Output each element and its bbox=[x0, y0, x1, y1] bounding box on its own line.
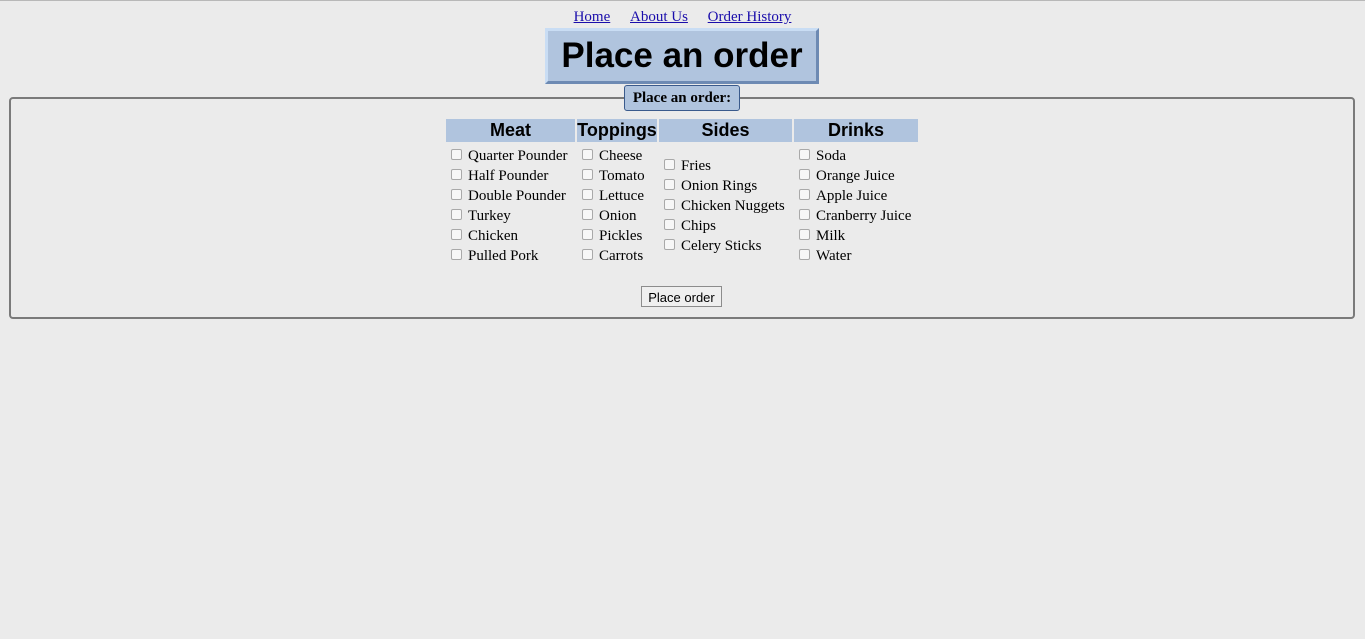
option-item[interactable]: Turkey bbox=[446, 206, 575, 226]
option-checkbox[interactable] bbox=[799, 228, 810, 240]
option-checkbox[interactable] bbox=[582, 168, 593, 180]
drinks-column: Drinks Soda Orange Juice Apple Juice Cranbe… bbox=[794, 119, 918, 266]
option-item[interactable]: Double Pounder bbox=[446, 186, 575, 206]
option-item[interactable]: Pickles bbox=[577, 226, 657, 246]
option-checkbox[interactable] bbox=[451, 228, 462, 240]
meat-column-heading: Meat bbox=[446, 119, 575, 142]
option-item[interactable]: Onion bbox=[577, 206, 657, 226]
option-label: Pulled Pork bbox=[468, 247, 539, 264]
option-label: Cranberry Juice bbox=[816, 207, 912, 224]
option-checkbox[interactable] bbox=[582, 208, 593, 220]
option-item[interactable]: Half Pounder bbox=[446, 166, 575, 186]
top-nav: Home About Us Order History bbox=[0, 9, 1365, 26]
option-label: Chicken Nuggets bbox=[681, 197, 785, 214]
option-item[interactable]: Chicken Nuggets bbox=[659, 196, 792, 216]
option-item[interactable]: Chips bbox=[659, 216, 792, 236]
sides-column-heading: Sides bbox=[659, 119, 792, 142]
option-label: Tomato bbox=[599, 167, 645, 184]
option-item[interactable]: Carrots bbox=[577, 246, 657, 266]
option-label: Chicken bbox=[468, 227, 518, 244]
option-item[interactable]: Celery Sticks bbox=[659, 236, 792, 256]
option-checkbox[interactable] bbox=[799, 208, 810, 220]
sides-options: Fries Onion Rings Chicken Nuggets Chips Cele… bbox=[659, 156, 792, 256]
option-label: Water bbox=[816, 247, 852, 264]
nav-link-order-history[interactable]: Order History bbox=[708, 9, 792, 25]
option-checkbox[interactable] bbox=[664, 178, 675, 190]
option-label: Milk bbox=[816, 227, 846, 244]
option-item[interactable]: Lettuce bbox=[577, 186, 657, 206]
place-order-button[interactable]: Place order bbox=[641, 286, 722, 307]
sides-column: Sides Fries Onion Rings Chicken Nuggets Chi… bbox=[659, 119, 792, 256]
option-label: Double Pounder bbox=[468, 187, 566, 204]
drinks-column-heading: Drinks bbox=[794, 119, 918, 142]
option-checkbox[interactable] bbox=[451, 188, 462, 200]
option-label: Orange Juice bbox=[816, 167, 895, 184]
option-checkbox[interactable] bbox=[582, 248, 593, 260]
nav-link-about-us[interactable]: About Us bbox=[630, 9, 688, 25]
meat-options: Quarter Pounder Half Pounder Double Pounde… bbox=[446, 146, 575, 266]
option-item[interactable]: Chicken bbox=[446, 226, 575, 246]
option-checkbox[interactable] bbox=[582, 228, 593, 240]
option-label: Onion bbox=[599, 207, 637, 224]
option-item[interactable]: Onion Rings bbox=[659, 176, 792, 196]
option-label: Chips bbox=[681, 217, 717, 234]
option-checkbox[interactable] bbox=[799, 148, 810, 160]
option-label: Half Pounder bbox=[468, 167, 549, 184]
option-item[interactable]: Cranberry Juice bbox=[794, 206, 918, 226]
option-checkbox[interactable] bbox=[664, 238, 675, 250]
option-item[interactable]: Soda bbox=[794, 146, 918, 166]
order-fieldset-legend: Place an order: bbox=[624, 85, 740, 111]
drinks-options: Soda Orange Juice Apple Juice Cranberry Jui… bbox=[794, 146, 918, 266]
option-item[interactable]: Quarter Pounder bbox=[446, 146, 575, 166]
toppings-column: Toppings Cheese Tomato Lettuce Onion Pickles… bbox=[577, 119, 657, 266]
option-checkbox[interactable] bbox=[799, 168, 810, 180]
option-label: Carrots bbox=[599, 247, 644, 264]
option-item[interactable]: Milk bbox=[794, 226, 918, 246]
toppings-options: Cheese Tomato Lettuce Onion Pickles Carrots bbox=[577, 146, 657, 266]
option-item[interactable]: Orange Juice bbox=[794, 166, 918, 186]
option-label: Onion Rings bbox=[681, 177, 758, 194]
option-label: Quarter Pounder bbox=[468, 147, 568, 164]
option-item[interactable]: Cheese bbox=[577, 146, 657, 166]
option-checkbox[interactable] bbox=[451, 208, 462, 220]
page-title: Place an order bbox=[545, 28, 819, 84]
nav-link-home[interactable]: Home bbox=[574, 9, 611, 25]
option-label: Apple Juice bbox=[816, 187, 888, 204]
option-item[interactable]: Apple Juice bbox=[794, 186, 918, 206]
option-checkbox[interactable] bbox=[451, 148, 462, 160]
option-checkbox[interactable] bbox=[451, 168, 462, 180]
option-checkbox[interactable] bbox=[799, 248, 810, 260]
meat-column: Meat Quarter Pounder Half Pounder Double P… bbox=[446, 119, 575, 266]
toppings-column-heading: Toppings bbox=[577, 119, 657, 142]
option-checkbox[interactable] bbox=[799, 188, 810, 200]
option-checkbox[interactable] bbox=[451, 248, 462, 260]
option-checkbox[interactable] bbox=[582, 148, 593, 160]
option-checkbox[interactable] bbox=[664, 218, 675, 230]
option-label: Turkey bbox=[468, 207, 511, 224]
option-label: Pickles bbox=[599, 227, 643, 244]
option-checkbox[interactable] bbox=[664, 198, 675, 210]
option-item[interactable]: Water bbox=[794, 246, 918, 266]
option-checkbox[interactable] bbox=[582, 188, 593, 200]
option-label: Soda bbox=[816, 147, 846, 164]
option-label: Lettuce bbox=[599, 187, 644, 204]
option-item[interactable]: Tomato bbox=[577, 166, 657, 186]
option-label: Fries bbox=[681, 157, 711, 174]
option-label: Cheese bbox=[599, 147, 643, 164]
option-item[interactable]: Pulled Pork bbox=[446, 246, 575, 266]
option-checkbox[interactable] bbox=[664, 158, 675, 170]
option-label: Celery Sticks bbox=[681, 237, 762, 254]
option-item[interactable]: Fries bbox=[659, 156, 792, 176]
